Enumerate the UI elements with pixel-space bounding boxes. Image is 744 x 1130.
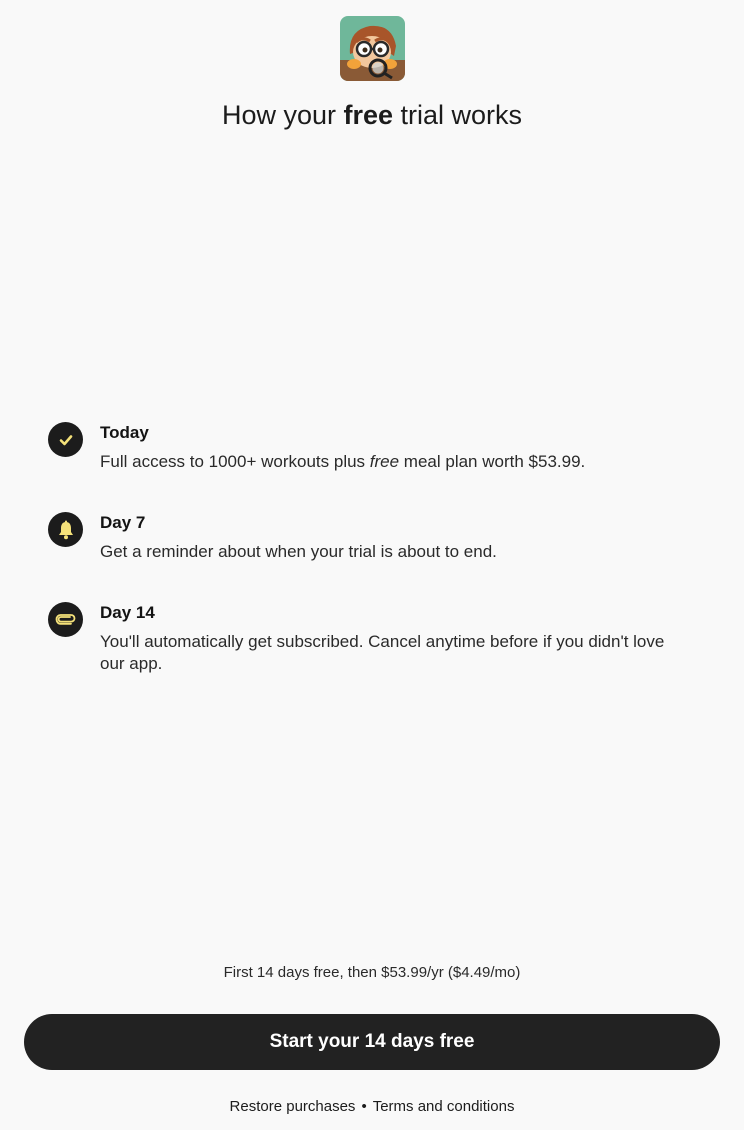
pricing-note: First 14 days free, then $53.99/yr ($4.4… — [223, 964, 521, 981]
footer-separator: • — [361, 1098, 367, 1115]
step-title: Day 7 — [100, 513, 146, 532]
trial-paywall-screen: How your free trial works Today Full acc… — [0, 0, 744, 1130]
restore-purchases-link[interactable]: Restore purchases — [230, 1098, 356, 1115]
step-description-end: meal plan worth $53.99. — [399, 452, 586, 471]
start-trial-button[interactable]: Start your 14 days free — [24, 1014, 720, 1070]
step-title: Today — [100, 423, 149, 442]
step-description-start: Full access to 1000+ workouts plus — [100, 452, 370, 471]
step-description-italic: free — [369, 452, 400, 471]
footer-links: Restore purchases • Terms and conditions — [0, 1097, 744, 1117]
step-description: Full access to 1000+ workouts plus free … — [100, 451, 690, 473]
page-title: How your free trial works — [0, 98, 744, 132]
title-text-start: How your — [221, 100, 344, 130]
step-title: Day 14 — [100, 603, 155, 622]
detective-mascot-icon — [340, 16, 405, 81]
title-text-end: trial works — [393, 100, 523, 130]
paperclip-icon — [48, 602, 83, 637]
terms-and-conditions-link[interactable]: Terms and conditions — [373, 1098, 515, 1115]
check-icon — [48, 422, 83, 457]
step-description: Get a reminder about when your trial is … — [100, 542, 497, 561]
bell-icon — [48, 512, 83, 547]
title-text-bold: free — [343, 100, 394, 130]
step-description: You'll automatically get subscribed. Can… — [100, 632, 665, 673]
